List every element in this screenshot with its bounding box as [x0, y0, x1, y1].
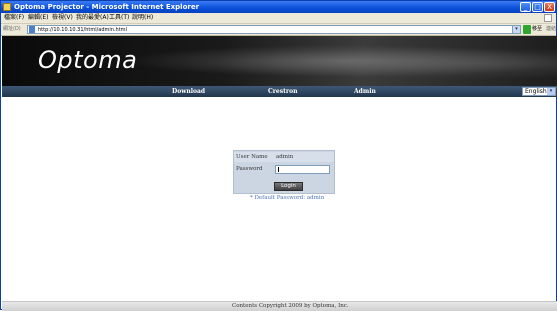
login-button[interactable]: Login — [274, 182, 303, 191]
chevron-down-icon: ▾ — [547, 88, 555, 95]
username-value: admin — [276, 154, 294, 160]
menu-favorites[interactable]: 我的最愛(A) — [76, 13, 109, 23]
address-label: 網址(D) — [3, 26, 21, 32]
address-bar: 網址(D) http://10.10.10.31/html/admin.html… — [1, 24, 556, 36]
address-input[interactable]: http://10.10.10.31/html/admin.html — [27, 25, 513, 34]
login-panel: User Name admin Password Login — [233, 150, 335, 194]
go-arrow-icon[interactable] — [523, 25, 531, 34]
close-button[interactable]: X — [544, 2, 555, 12]
text-caret — [278, 167, 279, 172]
password-label: Password — [236, 166, 263, 172]
windows-flag-icon — [544, 14, 552, 22]
username-label: User Name — [236, 154, 268, 160]
browser-window: Optoma Projector - Microsoft Internet Ex… — [0, 0, 557, 311]
nav-crestron[interactable]: Crestron — [268, 86, 297, 97]
nav-download[interactable]: Download — [172, 86, 205, 97]
language-select[interactable]: English ▾ — [522, 87, 556, 96]
title-bar[interactable]: Optoma Projector - Microsoft Internet Ex… — [1, 1, 556, 13]
menu-edit[interactable]: 編輯(E) — [28, 13, 48, 23]
maximize-button[interactable]: □ — [532, 2, 543, 12]
address-url: http://10.10.10.31/html/admin.html — [38, 27, 127, 33]
minimize-button[interactable]: _ — [520, 2, 531, 12]
menu-tools[interactable]: 工具(T) — [109, 13, 129, 23]
ie-app-icon — [3, 3, 11, 11]
nav-admin[interactable]: Admin — [354, 86, 376, 97]
menu-file[interactable]: 檔案(F) — [4, 13, 24, 23]
language-value: English — [525, 88, 547, 95]
menu-view[interactable]: 檢視(V) — [52, 13, 73, 23]
password-field[interactable] — [275, 165, 330, 174]
go-button[interactable]: 移至 — [532, 24, 542, 35]
window-title: Optoma Projector - Microsoft Internet Ex… — [14, 3, 200, 11]
default-password-hint: * Default Password: admin — [250, 195, 325, 201]
address-dropdown-icon[interactable]: ▾ — [512, 25, 521, 34]
links-label[interactable]: 連結 — [546, 24, 556, 35]
menu-help[interactable]: 說明(H) — [132, 13, 153, 23]
banner: Optoma — [2, 36, 557, 86]
nav-bar: Download Crestron Admin English ▾ — [2, 86, 557, 97]
optoma-logo: Optoma — [38, 46, 138, 74]
menu-bar: 檔案(F) 編輯(E) 檢視(V) 我的最愛(A) 工具(T) 說明(H) — [1, 13, 556, 24]
page-icon — [29, 26, 35, 33]
